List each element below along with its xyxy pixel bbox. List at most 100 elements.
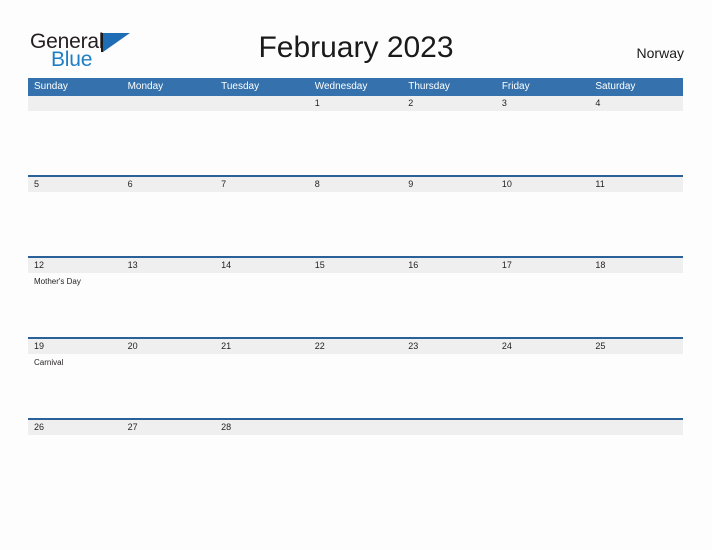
country-label: Norway <box>636 45 684 61</box>
day-number[interactable]: 18 <box>589 258 683 273</box>
calendar-week-row: 1 2 3 4 <box>28 96 683 175</box>
day-number[interactable]: 4 <box>589 96 683 111</box>
day-events[interactable] <box>28 111 122 175</box>
day-number[interactable]: 6 <box>122 177 216 192</box>
day-number[interactable]: 21 <box>215 339 309 354</box>
calendar-week-row: 19 20 21 22 23 24 25 Carnival <box>28 337 683 418</box>
event-label: Carnival <box>34 358 64 367</box>
day-number[interactable]: 22 <box>309 339 403 354</box>
day-number[interactable]: 23 <box>402 339 496 354</box>
day-events[interactable] <box>28 192 122 256</box>
page-header: General Blue February 2023 Norway <box>0 0 712 78</box>
day-events[interactable]: Mother's Day <box>28 273 122 337</box>
day-number[interactable] <box>122 96 216 111</box>
day-events[interactable] <box>496 435 590 445</box>
day-events[interactable] <box>402 435 496 445</box>
calendar-grid: Sunday Monday Tuesday Wednesday Thursday… <box>28 78 683 445</box>
day-events[interactable] <box>309 354 403 418</box>
day-number[interactable]: 27 <box>122 420 216 435</box>
week-events-band: Mother's Day <box>28 273 683 337</box>
day-events[interactable] <box>402 192 496 256</box>
week-events-band <box>28 192 683 256</box>
week-dates-band: 1 2 3 4 <box>28 96 683 111</box>
week-events-band: Carnival <box>28 354 683 418</box>
calendar-page: General Blue February 2023 Norway Sunday… <box>0 0 712 550</box>
day-number[interactable]: 26 <box>28 420 122 435</box>
day-events[interactable] <box>589 273 683 337</box>
day-events[interactable] <box>496 354 590 418</box>
day-number[interactable]: 16 <box>402 258 496 273</box>
day-number[interactable]: 7 <box>215 177 309 192</box>
day-number[interactable] <box>496 420 590 435</box>
day-number[interactable]: 28 <box>215 420 309 435</box>
day-number[interactable]: 9 <box>402 177 496 192</box>
day-events[interactable] <box>28 435 122 445</box>
weekday-header-saturday: Saturday <box>595 81 636 92</box>
event-label: Mother's Day <box>34 277 81 286</box>
calendar-week-row: 26 27 28 <box>28 418 683 445</box>
day-number[interactable]: 3 <box>496 96 590 111</box>
day-number[interactable] <box>215 96 309 111</box>
day-events[interactable] <box>215 354 309 418</box>
weekday-header-tuesday: Tuesday <box>221 81 260 92</box>
week-dates-band: 12 13 14 15 16 17 18 <box>28 258 683 273</box>
page-title: February 2023 <box>258 31 454 64</box>
day-events[interactable] <box>589 435 683 445</box>
day-number[interactable]: 24 <box>496 339 590 354</box>
day-number[interactable]: 17 <box>496 258 590 273</box>
day-number[interactable]: 13 <box>122 258 216 273</box>
day-events[interactable] <box>122 435 216 445</box>
day-number[interactable]: 11 <box>589 177 683 192</box>
calendar-week-row: 5 6 7 8 9 10 11 <box>28 175 683 256</box>
week-dates-band: 26 27 28 <box>28 420 683 435</box>
day-events[interactable] <box>215 192 309 256</box>
weekday-header-row: Sunday Monday Tuesday Wednesday Thursday… <box>28 78 683 96</box>
calendar-week-row: 12 13 14 15 16 17 18 Mother's Day <box>28 256 683 337</box>
day-events[interactable] <box>496 192 590 256</box>
day-events[interactable] <box>496 273 590 337</box>
day-number[interactable] <box>309 420 403 435</box>
week-events-band <box>28 435 683 445</box>
weekday-header-thursday: Thursday <box>408 81 450 92</box>
day-number[interactable]: 15 <box>309 258 403 273</box>
weekday-header-sunday: Sunday <box>34 81 68 92</box>
day-events[interactable] <box>122 111 216 175</box>
day-number[interactable]: 20 <box>122 339 216 354</box>
day-events[interactable] <box>122 273 216 337</box>
day-events[interactable] <box>309 111 403 175</box>
day-events[interactable] <box>589 111 683 175</box>
day-events[interactable] <box>402 111 496 175</box>
day-events[interactable] <box>496 111 590 175</box>
weekday-header-monday: Monday <box>127 81 164 92</box>
day-number[interactable]: 2 <box>402 96 496 111</box>
day-events[interactable] <box>309 192 403 256</box>
day-events[interactable] <box>122 354 216 418</box>
day-events[interactable]: Carnival <box>28 354 122 418</box>
day-number[interactable]: 12 <box>28 258 122 273</box>
day-number[interactable]: 25 <box>589 339 683 354</box>
day-events[interactable] <box>309 435 403 445</box>
day-events[interactable] <box>309 273 403 337</box>
day-number[interactable]: 10 <box>496 177 590 192</box>
week-dates-band: 19 20 21 22 23 24 25 <box>28 339 683 354</box>
day-events[interactable] <box>215 273 309 337</box>
week-events-band <box>28 111 683 175</box>
day-number[interactable]: 5 <box>28 177 122 192</box>
day-number[interactable] <box>28 96 122 111</box>
weekday-header-wednesday: Wednesday <box>314 81 368 92</box>
day-events[interactable] <box>589 354 683 418</box>
week-dates-band: 5 6 7 8 9 10 11 <box>28 177 683 192</box>
day-events[interactable] <box>215 111 309 175</box>
weekday-header-friday: Friday <box>501 81 530 92</box>
day-events[interactable] <box>589 192 683 256</box>
day-events[interactable] <box>402 354 496 418</box>
day-number[interactable] <box>589 420 683 435</box>
day-events[interactable] <box>122 192 216 256</box>
day-events[interactable] <box>402 273 496 337</box>
day-number[interactable]: 14 <box>215 258 309 273</box>
day-events[interactable] <box>215 435 309 445</box>
day-number[interactable] <box>402 420 496 435</box>
day-number[interactable]: 19 <box>28 339 122 354</box>
day-number[interactable]: 8 <box>309 177 403 192</box>
day-number[interactable]: 1 <box>309 96 403 111</box>
